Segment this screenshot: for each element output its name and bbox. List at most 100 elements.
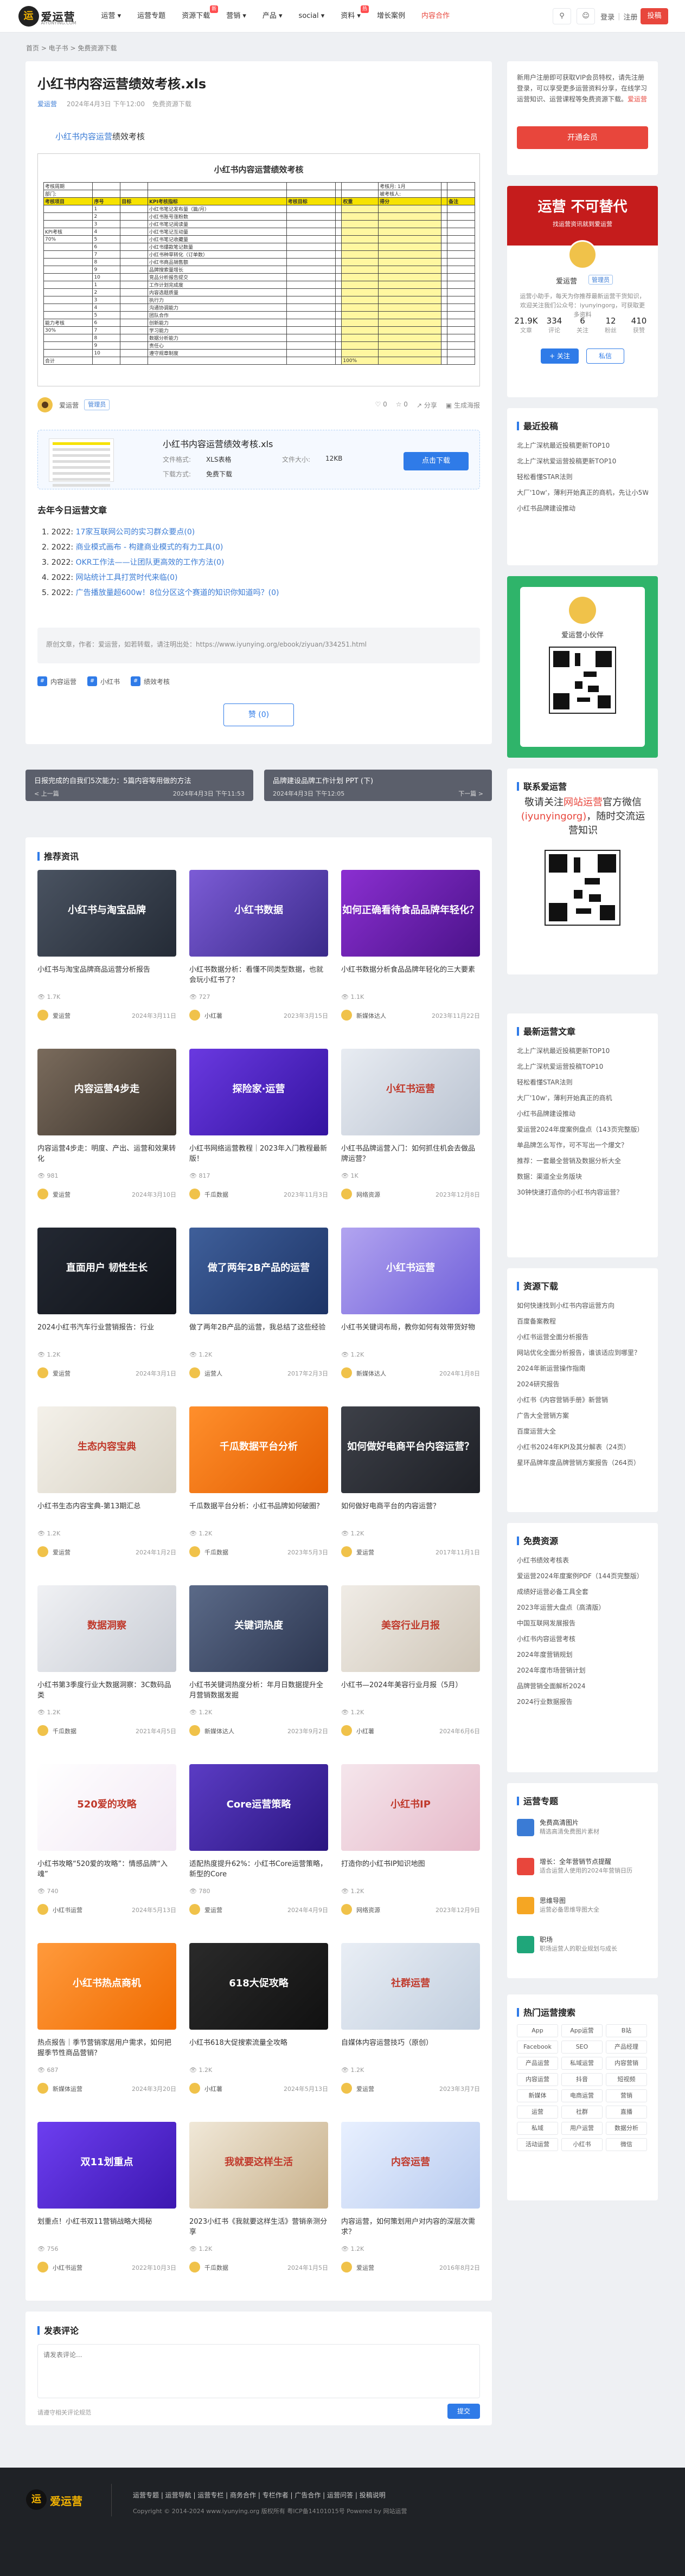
favorite-action[interactable]: ☆ 0 [396, 401, 408, 410]
tag-link[interactable]: # 绩效考核 [131, 676, 170, 686]
thumbnail-image[interactable]: 520爱的攻略 [37, 1764, 176, 1851]
tag-link[interactable]: 私域运营 [561, 2057, 603, 2070]
list-item[interactable]: 2024研究报告 [517, 1377, 648, 1392]
avatar[interactable] [189, 2083, 200, 2094]
poster-action[interactable]: ▣ 生成海报 [446, 401, 480, 410]
list-item[interactable]: 直面用户 韧性生长 2024小红书汽车行业营销报告：行业 👁 1.2K 爱运营 2024… [37, 1228, 176, 1401]
recommend-author[interactable]: 爱运营 [204, 1906, 222, 1914]
list-item[interactable]: 大厂'10w'，薄利开始真正的商机 [517, 1090, 648, 1106]
register-link[interactable]: 注册 [623, 11, 637, 22]
prev-article-link[interactable]: 日报完成的自我们5次能力：5篇内容等用做的方法 < 上一篇 2024年4月3日 … [25, 770, 253, 801]
tag-link[interactable]: 小红书 [561, 2138, 603, 2151]
recommend-title[interactable]: 小红书网络运营教程｜2023年入门教程最新版！ [189, 1144, 328, 1165]
related-link[interactable]: 17家互联网公司的实习群众要点(0) [76, 528, 195, 537]
avatar[interactable] [341, 1546, 352, 1557]
list-item[interactable]: 30钟快速打造你的小红书内容运营？ [517, 1185, 648, 1200]
avatar[interactable] [341, 2262, 352, 2272]
recommend-author[interactable]: 小红书运营 [53, 2263, 82, 2272]
list-item[interactable]: 爱运营2024年度案例盘点（143页完整版） [517, 1122, 648, 1138]
recommend-author[interactable]: 千瓜数据 [204, 1548, 228, 1557]
recommend-author[interactable]: 千瓜数据 [53, 1727, 76, 1735]
list-item[interactable]: 2024年度市场营销计划 [517, 1663, 648, 1678]
avatar[interactable] [189, 1367, 200, 1378]
thumbnail-image[interactable]: 如何正确看待食品品牌年轻化？ [341, 870, 480, 957]
post-button[interactable]: 投稿 [641, 8, 668, 24]
thumbnail-image[interactable]: Core运营策略 [189, 1764, 328, 1851]
list-item[interactable]: 2023年运营大盘点（高清版） [517, 1600, 648, 1616]
thumbnail-image[interactable]: 美容行业月报 [341, 1585, 480, 1672]
topic-item[interactable]: 职场 职场运营人的职业规划与成长 [517, 1933, 648, 1971]
recommend-title[interactable]: 热点报告｜季节营销家居用户需求，如何把握季节性商品营销？ [37, 2038, 176, 2059]
recommend-title[interactable]: 小红书618大促搜索流量全攻略 [189, 2038, 328, 2059]
recommend-title[interactable]: 小红书数据分析食品品牌年轻化的三大要素 [341, 965, 480, 986]
list-item[interactable]: 北上广深杭爱运营投稿TOP10 [517, 1059, 648, 1075]
list-item[interactable]: 2024行业数据报告 [517, 1694, 648, 1710]
tag-link[interactable]: 社群 [561, 2106, 603, 2119]
recommend-author[interactable]: 小红薯 [204, 2084, 222, 2093]
nav-item-downloads[interactable]: 资源下载新 [174, 0, 219, 33]
list-item[interactable]: 做了两年2B产品的运营 做了两年2B产品的运营，我总结了这些经验 👁 1.2K 运营人… [189, 1228, 328, 1401]
list-item[interactable]: 小红书品牌建设推动 [517, 501, 648, 517]
list-item[interactable]: 双11划重点 划重点！小红书双11营销战略大揭秘 👁 756 小红书运营 2022年10… [37, 2122, 176, 2295]
user-icon[interactable]: ☺ [577, 8, 596, 24]
avatar[interactable] [341, 1904, 352, 1915]
avatar[interactable] [37, 397, 53, 412]
tag-link[interactable]: 新媒体 [517, 2089, 558, 2102]
thumbnail-image[interactable]: 数据洞察 [37, 1585, 176, 1672]
recommend-author[interactable]: 爱运营 [53, 1369, 71, 1378]
list-item[interactable]: 如何正确看待食品品牌年轻化？ 小红书数据分析食品品牌年轻化的三大要素 👁 1.1K 新… [341, 870, 480, 1043]
list-item[interactable]: 广告大全营销方案 [517, 1408, 648, 1424]
tag-link[interactable]: 产品经理 [606, 2041, 647, 2054]
list-item[interactable]: 2024年度营销规划 [517, 1647, 648, 1663]
recommend-title[interactable]: 2024小红书汽车行业营销报告：行业 [37, 1322, 176, 1344]
list-item[interactable]: Core运营策略 适配热度提升62%：小红书Core运营策略，新型的Core 👁 7… [189, 1764, 328, 1938]
recommend-author[interactable]: 运营人 [204, 1369, 222, 1378]
list-item[interactable]: 内容运营 内容运营，如何策划用户对内容的深层次需求？ 👁 1.2K 爱运营 2016年8… [341, 2122, 480, 2295]
recommend-author[interactable]: 网络资源 [356, 1190, 380, 1199]
recommend-title[interactable]: 如何做好电商平台的内容运营？ [341, 1501, 480, 1523]
avatar[interactable] [341, 1367, 352, 1378]
avatar[interactable] [341, 2083, 352, 2094]
tag-link[interactable]: App运营 [561, 2024, 603, 2037]
nav-item-operations[interactable]: 运营 ▾ [93, 0, 130, 33]
recommend-title[interactable]: 自媒体内容运营技巧（原创） [341, 2038, 480, 2059]
list-item[interactable]: 生态内容宝典 小红书生态内容宝典-第13期汇总 👁 1.2K 爱运营 2024年1月2日 [37, 1406, 176, 1580]
list-item[interactable]: 小红书《内容营销手册》新营销 [517, 1392, 648, 1408]
list-item[interactable]: 小红书IP 打造你的小红书IP知识地图 👁 1.2K 网络资源 2023年12月9日 [341, 1764, 480, 1938]
tag-link[interactable]: 短视频 [606, 2073, 647, 2086]
nav-item-cases[interactable]: 增长案例 [369, 0, 413, 33]
tag-link[interactable]: 内容运营 [517, 2073, 558, 2086]
thumbnail-image[interactable]: 我就要这样生活 [189, 2122, 328, 2209]
tag-link[interactable]: App [517, 2024, 558, 2037]
recommend-title[interactable]: 小红书攻略“520爱的攻略”：情感品牌“入魂” [37, 1859, 176, 1881]
article-author[interactable]: 爱运营 [37, 100, 57, 108]
like-action[interactable]: ♡ 0 [375, 401, 387, 410]
list-item[interactable]: 如何快速找到小红书内容运营方向 [517, 1298, 648, 1314]
share-action[interactable]: ↗ 分享 [417, 401, 437, 410]
recommend-title[interactable]: 小红书第3季度行业大数据洞察：3C数码品类 [37, 1680, 176, 1702]
nav-item-cooperation[interactable]: 内容合作 [413, 0, 458, 33]
avatar[interactable] [341, 1725, 352, 1736]
list-item[interactable]: 内容运营4步走 内容运营4步走：明度、产出、运营和效果转化 👁 981 爱运营 2024… [37, 1049, 176, 1222]
avatar[interactable] [37, 1725, 48, 1736]
recommend-author[interactable]: 网络资源 [356, 1906, 380, 1914]
tag-link[interactable]: 营销 [606, 2089, 647, 2102]
list-item[interactable]: 北上广深杭爱运营投稿更新TOP10 [517, 454, 648, 469]
tag-link[interactable]: 数据分析 [606, 2122, 647, 2135]
tag-link[interactable]: # 小红书 [87, 676, 120, 686]
tag-link[interactable]: SEO [561, 2041, 603, 2054]
thumbnail-image[interactable]: 小红书运营 [341, 1228, 480, 1314]
profile-name[interactable]: 爱运营 [556, 275, 577, 286]
avatar[interactable] [189, 2262, 200, 2272]
thumbnail-image[interactable]: 小红书与淘宝品牌 [37, 870, 176, 957]
tag-link[interactable]: 用户运营 [561, 2122, 603, 2135]
tag-link[interactable]: Facebook [517, 2041, 558, 2054]
recommend-title[interactable]: 小红书—2024年美容行业月报（5月） [341, 1680, 480, 1702]
tag-link[interactable]: 直播 [606, 2106, 647, 2119]
list-item[interactable]: 千瓜数据平台分析 千瓜数据平台分析：小红书品牌如何破圈？ 👁 1.2K 千瓜数据 202… [189, 1406, 328, 1580]
thumbnail-image[interactable]: 关键词热度 [189, 1585, 328, 1672]
list-item[interactable]: 数据洞察 小红书第3季度行业大数据洞察：3C数码品类 👁 1.2K 千瓜数据 2021年… [37, 1585, 176, 1759]
related-link[interactable]: 商业模式画布 - 构建商业模式的有力工具(0) [76, 543, 223, 552]
list-item[interactable]: 520爱的攻略 小红书攻略“520爱的攻略”：情感品牌“入魂” 👁 740 小红书运营… [37, 1764, 176, 1938]
avatar[interactable] [37, 1367, 48, 1378]
